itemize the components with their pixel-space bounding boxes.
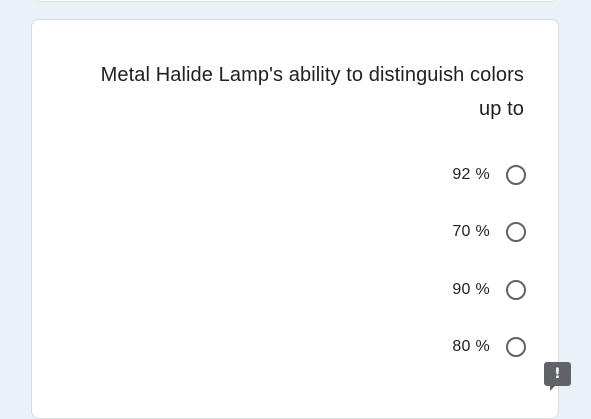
radio-button[interactable] [506,222,526,242]
option-label: 92 % [452,165,490,183]
radio-button[interactable] [506,337,526,357]
option-92-percent[interactable]: 92 % [452,160,526,189]
option-label: 80 % [452,338,490,355]
radio-button[interactable] [506,279,526,300]
previous-question-card [33,0,559,2]
option-label: 70 % [452,223,490,240]
question-title: Metal Halide Lamp's ability to distingui… [100,64,524,120]
report-feedback-button[interactable]: ! [544,362,571,391]
radio-button[interactable] [506,164,526,185]
option-label: 90 % [452,280,490,298]
option-90-percent[interactable]: 90 % [452,275,526,304]
options-radio-group: 92 % 70 % 90 % 80 % [452,160,526,390]
option-70-percent[interactable]: 70 % [452,218,526,247]
exclamation-icon: ! [554,366,561,382]
option-80-percent[interactable]: 80 % [452,333,526,362]
question-card: Metal Halide Lamp's ability to distingui… [31,19,559,419]
